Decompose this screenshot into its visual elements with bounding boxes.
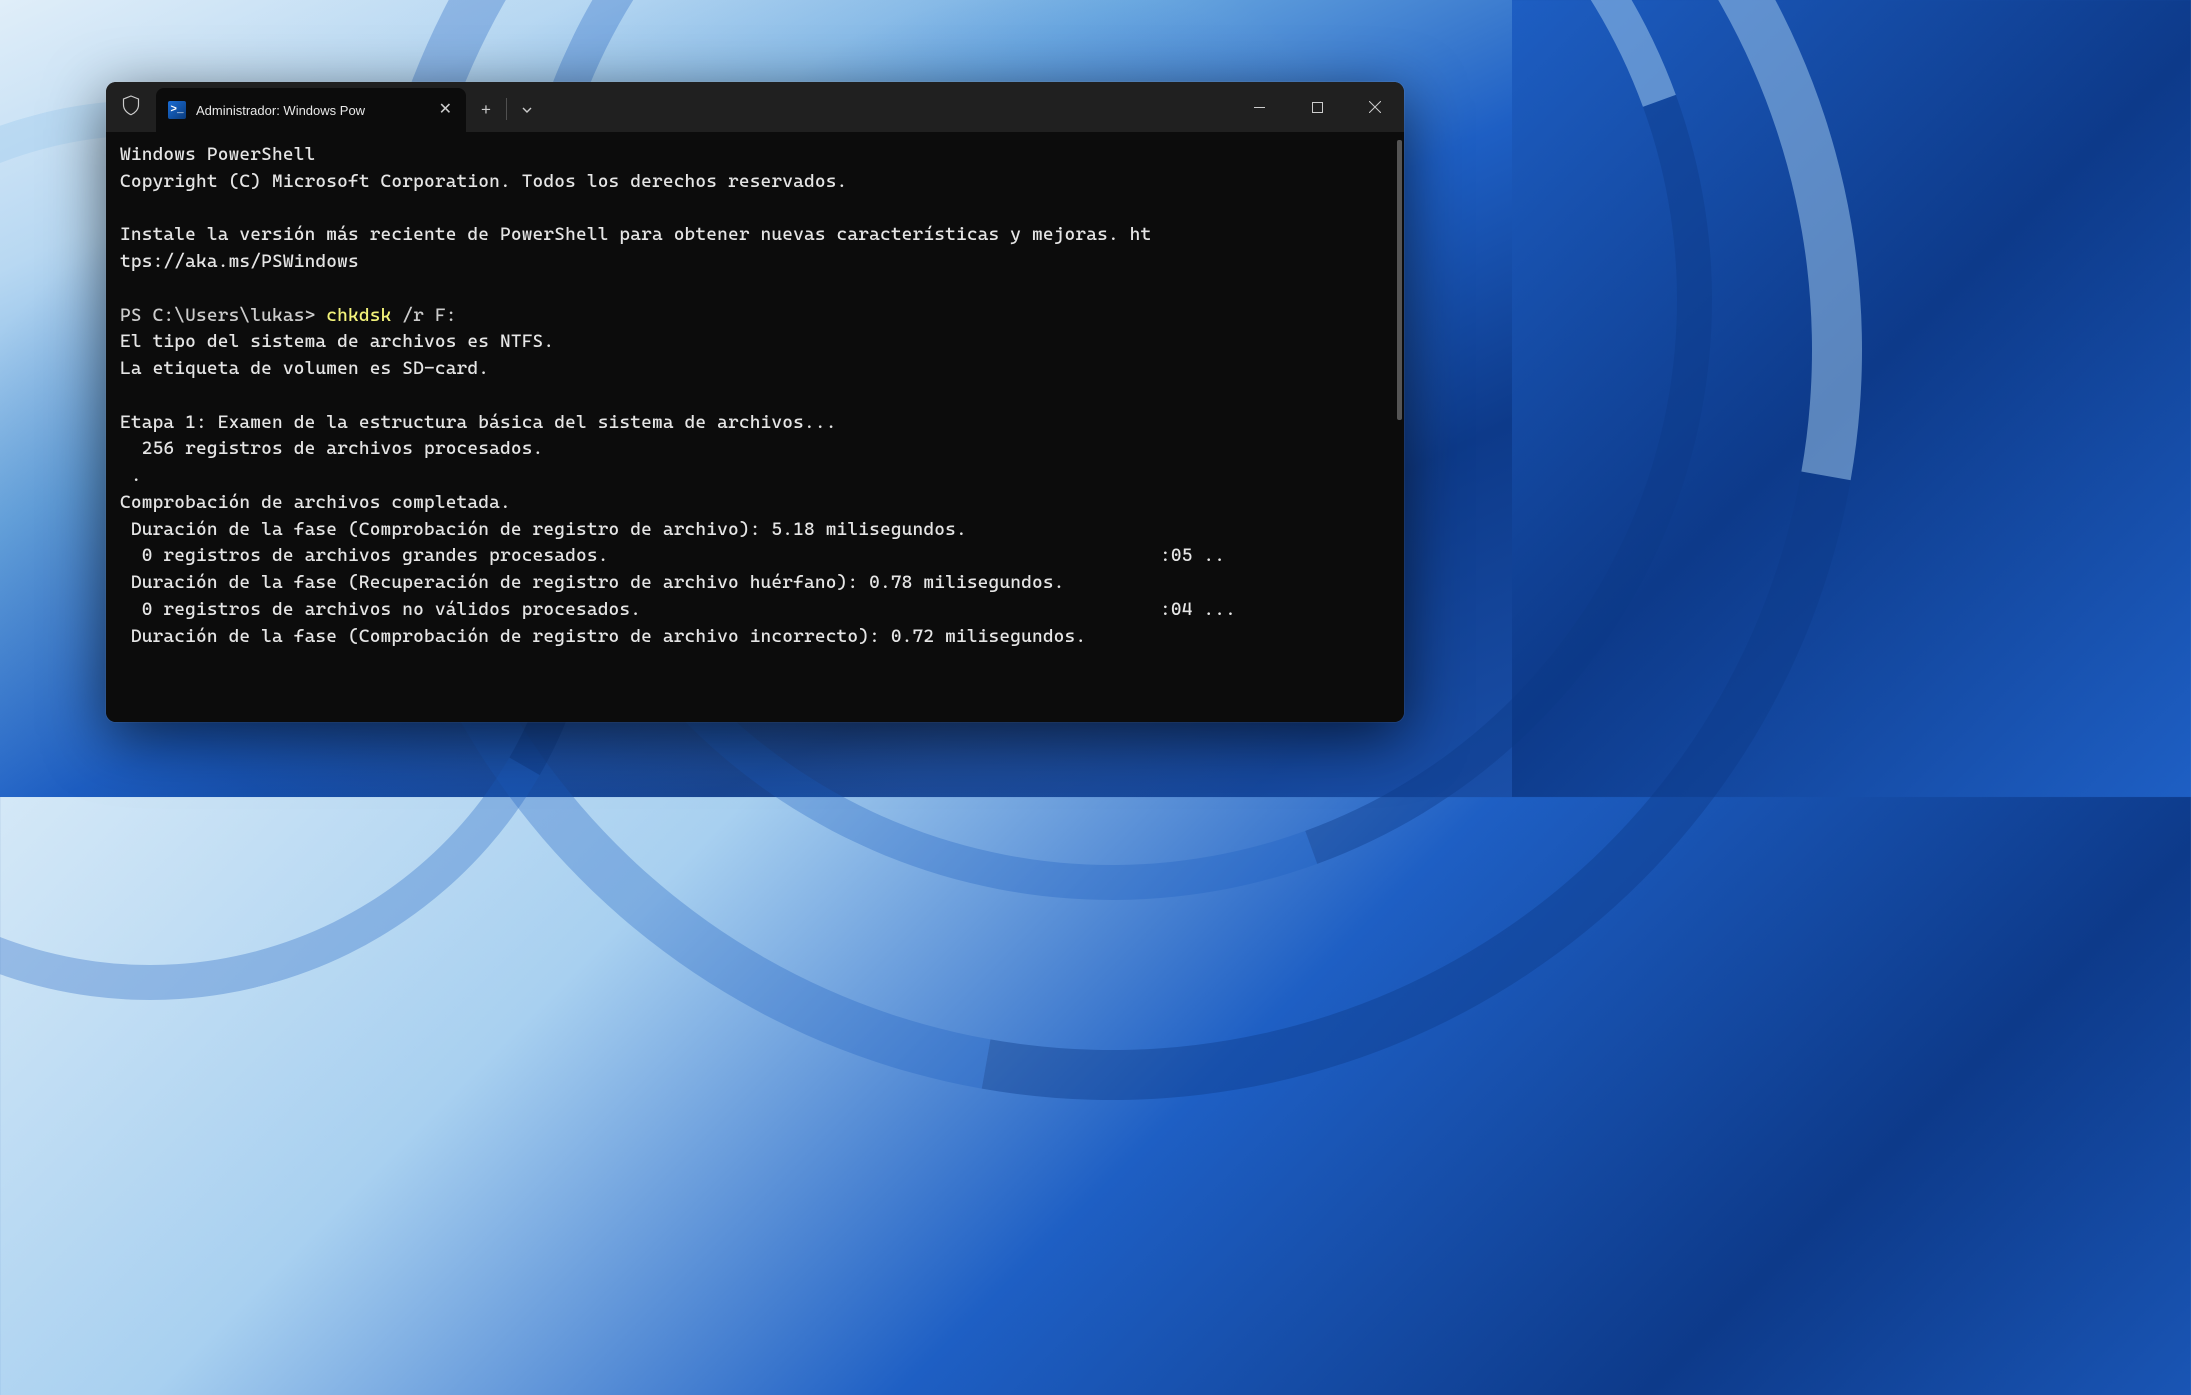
output-line: Duración de la fase (Comprobación de reg… — [120, 519, 967, 540]
output-time: :04 ... — [1160, 599, 1236, 620]
output-line: El tipo del sistema de archivos es NTFS. — [120, 331, 554, 352]
output-line: 0 registros de archivos no válidos proce… — [120, 597, 1160, 624]
output-line: . — [120, 465, 142, 486]
titlebar[interactable]: >_ Administrador: Windows Pow ✕ + — [106, 82, 1404, 132]
output-line: Instale la versión más reciente de Power… — [120, 224, 1151, 245]
output-line: 0 registros de archivos grandes procesad… — [120, 543, 1160, 570]
tab-title: Administrador: Windows Pow — [196, 103, 365, 118]
minimize-button[interactable] — [1230, 82, 1288, 132]
close-button[interactable] — [1346, 82, 1404, 132]
terminal-window: >_ Administrador: Windows Pow ✕ + Window… — [106, 82, 1404, 722]
output-line: Duración de la fase (Recuperación de reg… — [120, 572, 1065, 593]
maximize-button[interactable] — [1288, 82, 1346, 132]
output-line: Windows PowerShell — [120, 144, 315, 165]
powershell-icon: >_ — [168, 101, 186, 119]
output-time: :05 .. — [1160, 545, 1225, 566]
tab-dropdown-button[interactable] — [507, 88, 547, 132]
output-line: Etapa 1: Examen de la estructura básica … — [120, 412, 837, 433]
shield-icon — [122, 94, 140, 121]
tab-active[interactable]: >_ Administrador: Windows Pow ✕ — [156, 88, 466, 132]
prompt: PS C:\Users\lukas> — [120, 305, 326, 326]
command: chkdsk — [326, 305, 391, 326]
admin-shield-area — [106, 82, 156, 132]
output-line: Duración de la fase (Comprobación de reg… — [120, 626, 1086, 647]
new-tab-button[interactable]: + — [466, 88, 506, 132]
window-controls — [1230, 82, 1404, 132]
output-line: Copyright (C) Microsoft Corporation. Tod… — [120, 171, 847, 192]
output-line: Comprobación de archivos completada. — [120, 492, 511, 513]
scrollbar[interactable] — [1397, 140, 1402, 420]
titlebar-drag-area[interactable] — [547, 82, 1230, 132]
terminal-body[interactable]: Windows PowerShell Copyright (C) Microso… — [106, 132, 1404, 722]
command-args: /r F: — [391, 305, 456, 326]
output-line: tps://aka.ms/PSWindows — [120, 251, 359, 272]
output-line: 256 registros de archivos procesados. — [120, 438, 543, 459]
output-line: La etiqueta de volumen es SD-card. — [120, 358, 489, 379]
tab-close-button[interactable]: ✕ — [439, 102, 452, 118]
